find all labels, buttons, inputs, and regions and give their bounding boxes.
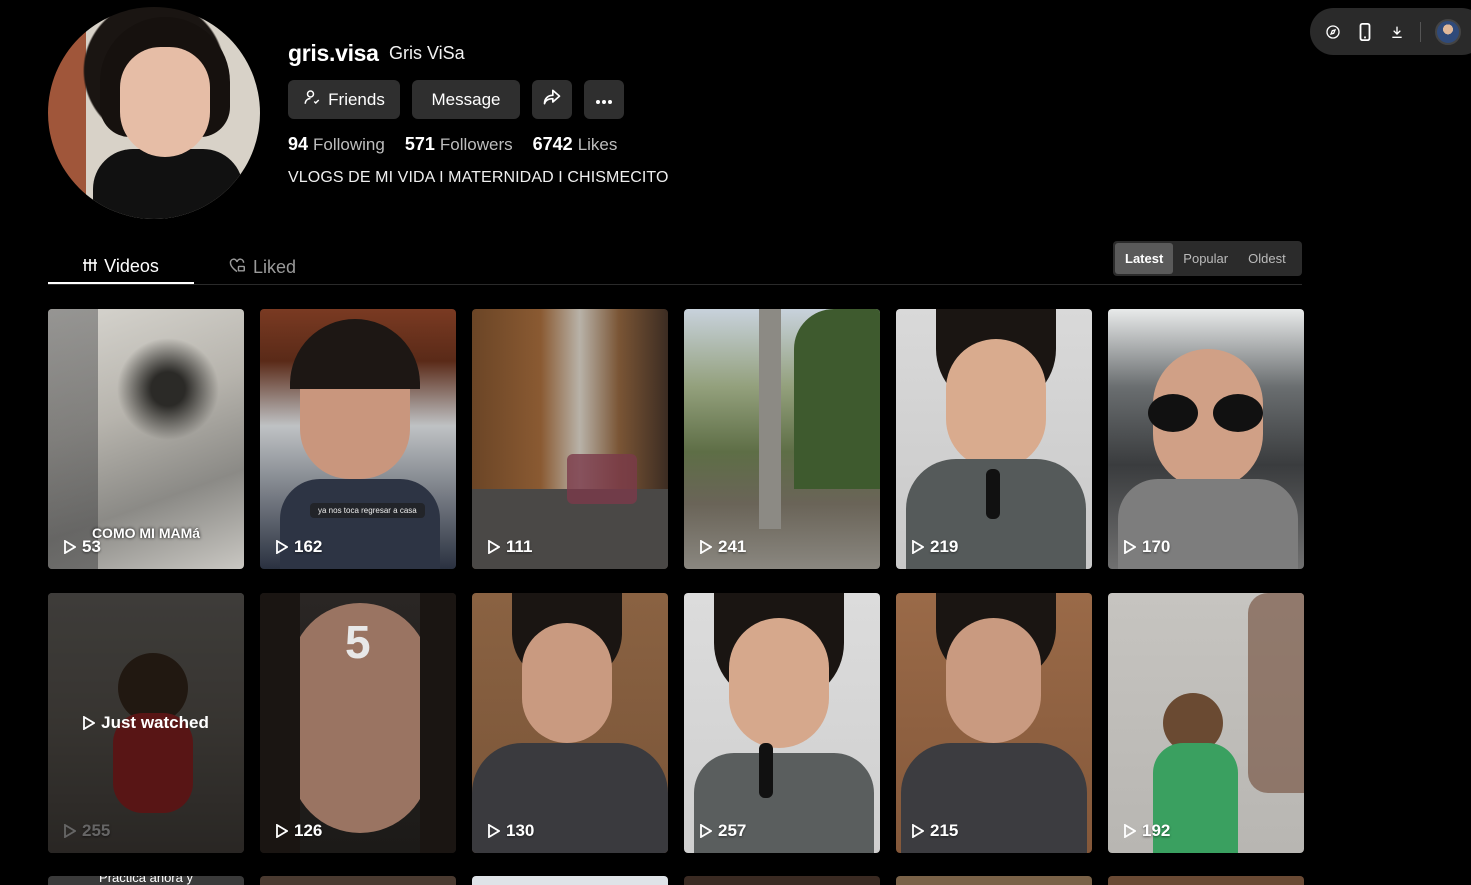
sort-oldest[interactable]: Oldest	[1238, 243, 1296, 274]
view-count: 192	[1124, 821, 1170, 841]
share-icon	[542, 87, 562, 112]
tab-label: Liked	[253, 256, 297, 277]
profile-username: gris.visa	[288, 40, 379, 66]
video-tile[interactable]: 5 126	[260, 593, 456, 853]
sort-latest[interactable]: Latest	[1115, 243, 1174, 274]
video-tile[interactable]: Practica ahora y	[48, 876, 244, 885]
heart-lock-icon	[228, 257, 246, 278]
message-button-label: Message	[431, 89, 501, 109]
friends-button-label: Friends	[328, 89, 385, 109]
video-tile[interactable]: 241	[684, 309, 880, 569]
tab-label: Videos	[104, 255, 159, 276]
top-toolbar	[1310, 8, 1471, 55]
stat-followers[interactable]: 571 Followers	[405, 134, 513, 155]
video-caption: Practica ahora y	[99, 876, 193, 885]
video-tile[interactable]: ya nos toca regresar a casa 162	[260, 309, 456, 569]
compass-icon[interactable]	[1324, 23, 1342, 41]
countdown-number: 5	[345, 616, 371, 668]
view-count: 219	[912, 537, 958, 557]
phone-icon[interactable]	[1356, 22, 1374, 41]
video-tile[interactable]: 192	[1108, 593, 1304, 853]
video-tile[interactable]: 215	[896, 593, 1092, 853]
view-count: 255	[64, 821, 110, 841]
video-tile[interactable]: 111	[472, 309, 668, 569]
view-count: 111	[488, 537, 533, 557]
video-subtitle: ya nos toca regresar a casa	[310, 503, 425, 518]
video-tile[interactable]: 170	[1108, 309, 1304, 569]
view-count: 257	[700, 821, 746, 841]
friends-button[interactable]: Friends	[288, 80, 400, 119]
view-count: 126	[276, 821, 322, 841]
stat-value: 94	[288, 134, 309, 154]
profile-nickname: Gris ViSa	[389, 43, 465, 63]
video-tile[interactable]: Just watched 255	[48, 593, 244, 853]
view-count: 215	[912, 821, 958, 841]
stat-likes: 6742 Likes	[533, 134, 618, 155]
stat-label: Following	[313, 135, 385, 154]
more-options-button[interactable]	[584, 80, 624, 119]
tabs-divider	[48, 284, 1302, 285]
view-count: 162	[276, 537, 322, 557]
stat-value: 6742	[532, 134, 573, 154]
sort-toggle: Latest Popular Oldest	[1113, 241, 1302, 276]
grid-icon	[83, 256, 98, 277]
stat-label: Followers	[439, 135, 513, 154]
video-tile[interactable]	[684, 876, 880, 885]
tab-liked[interactable]: Liked	[228, 250, 296, 284]
user-avatar[interactable]	[1435, 18, 1461, 45]
share-button[interactable]	[532, 80, 572, 119]
video-tile[interactable]	[472, 876, 668, 885]
video-grid-next-row: Practica ahora y	[48, 876, 1304, 885]
profile-bio: VLOGS DE MI VIDA I MATERNIDAD I CHISMECI…	[288, 169, 669, 186]
video-tile[interactable]	[896, 876, 1092, 885]
video-tile[interactable]	[260, 876, 456, 885]
profile-stats: 94 Following 571 Followers 6742 Likes	[288, 134, 617, 155]
stat-value: 571	[404, 134, 435, 154]
stat-following[interactable]: 94 Following	[288, 134, 385, 155]
friends-icon	[303, 88, 321, 111]
view-count: 241	[700, 537, 746, 557]
video-tile[interactable]: 219	[896, 309, 1092, 569]
video-tile[interactable]: 257	[684, 593, 880, 853]
just-watched-label: Just watched	[48, 713, 244, 733]
stat-label: Likes	[577, 135, 618, 154]
video-grid: COMO MI MAMá 53 ya nos toca regresar a c…	[48, 309, 1304, 853]
profile-avatar	[48, 7, 260, 219]
more-icon	[595, 90, 613, 110]
view-count: 170	[1124, 537, 1170, 557]
view-count: 130	[488, 821, 534, 841]
tab-videos[interactable]: Videos	[48, 250, 194, 284]
download-icon[interactable]	[1388, 23, 1406, 41]
video-tile[interactable]: 130	[472, 593, 668, 853]
sort-popular[interactable]: Popular	[1173, 243, 1238, 274]
message-button[interactable]: Message	[412, 80, 520, 119]
view-count: 53	[64, 537, 101, 557]
video-tile[interactable]: COMO MI MAMá 53	[48, 309, 244, 569]
video-tile[interactable]	[1108, 876, 1304, 885]
toolbar-divider	[1420, 21, 1421, 42]
